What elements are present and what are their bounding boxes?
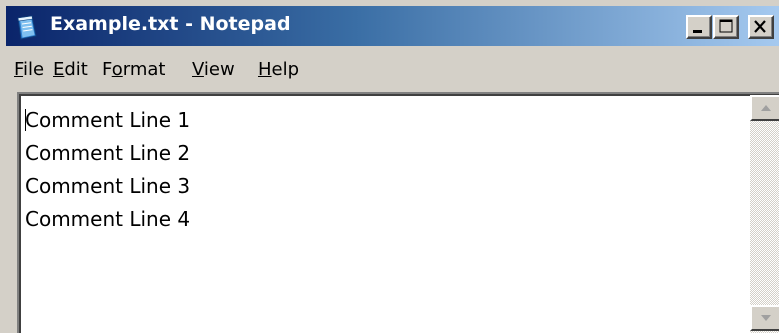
menu-edit-mnemonic: E	[53, 59, 65, 80]
menu-view-mnemonic: V	[192, 59, 204, 80]
text-line[interactable]: Comment Line 2	[25, 137, 745, 170]
close-button[interactable]	[748, 15, 774, 39]
menu-format-label-rest: rmat	[122, 59, 166, 80]
menu-file-mnemonic: F	[14, 59, 24, 80]
menu-view[interactable]: View	[192, 59, 235, 80]
text-line[interactable]: Comment Line 4	[25, 203, 745, 236]
menu-format[interactable]: Format	[102, 59, 165, 80]
maximize-button[interactable]	[713, 15, 739, 39]
notepad-icon[interactable]	[15, 14, 39, 40]
notepad-window: Example.txt - Notepad File Edit Format V…	[0, 0, 779, 333]
document-text[interactable]: Comment Line 1 Comment Line 2 Comment Li…	[25, 104, 745, 236]
scroll-up-arrow-icon	[761, 105, 771, 111]
menu-help-mnemonic: H	[258, 59, 272, 80]
scroll-up-button[interactable]	[750, 95, 779, 121]
minimize-button[interactable]	[686, 15, 712, 39]
maximize-icon	[719, 19, 733, 33]
text-editor[interactable]: Comment Line 1 Comment Line 2 Comment Li…	[17, 92, 779, 333]
menu-file-label-rest: ile	[23, 59, 45, 80]
menu-edit[interactable]: Edit	[53, 59, 88, 80]
scroll-down-button[interactable]	[750, 305, 779, 331]
menu-format-mnemonic: o	[111, 59, 123, 80]
menu-edit-label-rest: dit	[64, 59, 88, 80]
menu-format-label-start: F	[102, 59, 112, 80]
menu-bar: File Edit Format View Help	[6, 49, 779, 89]
vertical-scrollbar[interactable]	[750, 95, 779, 333]
menu-file[interactable]: File	[14, 59, 44, 80]
scroll-down-arrow-icon	[761, 315, 771, 321]
minimize-icon	[693, 30, 702, 33]
text-line[interactable]: Comment Line 1	[25, 104, 745, 137]
menu-view-label-rest: iew	[203, 59, 235, 80]
close-icon	[754, 20, 766, 33]
title-bar[interactable]: Example.txt - Notepad	[6, 6, 779, 46]
window-title: Example.txt - Notepad	[50, 13, 291, 35]
menu-help[interactable]: Help	[258, 59, 299, 80]
menu-help-label-rest: elp	[271, 59, 300, 80]
text-line[interactable]: Comment Line 3	[25, 170, 745, 203]
